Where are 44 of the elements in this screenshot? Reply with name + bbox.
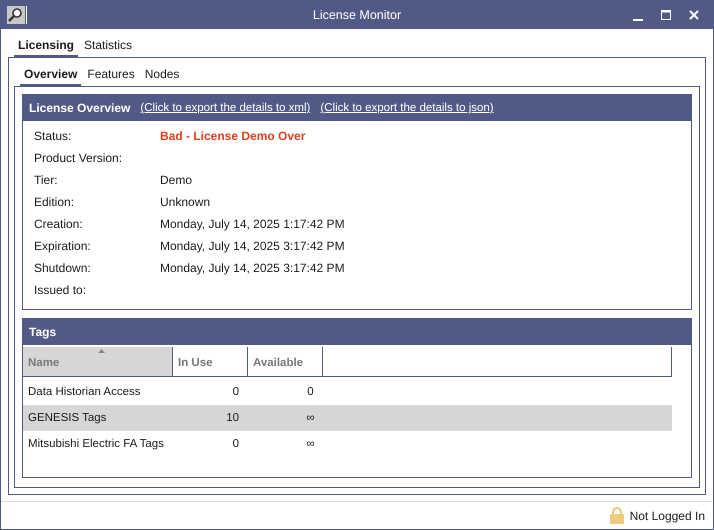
column-header[interactable]: In Use — [173, 347, 248, 377]
field-label: Shutdown: — [34, 261, 92, 275]
tab[interactable]: Nodes — [140, 66, 184, 86]
table-cell-text: ∞ — [305, 438, 316, 450]
table-cell-text: GENESIS Tags — [27, 412, 108, 424]
field-label: Issued to: — [34, 283, 88, 297]
tab[interactable]: Overview — [20, 66, 82, 86]
tab[interactable]: Licensing — [14, 37, 78, 57]
field-value: Monday, July 14, 2025 1:17:42 PM — [160, 217, 346, 231]
table-cell-text: 0 — [232, 438, 240, 450]
field-label: Tier: — [34, 173, 59, 187]
table-cell-text: 10 — [225, 412, 240, 424]
table-row[interactable]: GENESIS Tags 10 ∞ — [23, 405, 672, 431]
field-value: Monday, July 14, 2025 3:17:42 PM — [160, 239, 346, 253]
login-status: Not Logged In — [630, 508, 705, 522]
field-value: Demo — [160, 173, 194, 187]
table-cell-text: 0 — [306, 386, 315, 398]
divider-icon — [25, 6, 29, 24]
field-value: Monday, July 14, 2025 3:17:42 PM — [160, 261, 346, 275]
window-title: License Monitor — [312, 8, 402, 22]
padlock-icon — [610, 507, 624, 524]
tab[interactable]: Statistics — [80, 37, 136, 57]
field-label: Product Version: — [34, 151, 124, 165]
export-link[interactable]: (Click to export the details to xml) — [140, 102, 310, 114]
field-value: Bad - License Demo Over — [160, 129, 306, 143]
field-label: Creation: — [34, 217, 84, 231]
section-title: License Overview — [29, 101, 130, 115]
minimize-icon — [633, 18, 643, 20]
maximize-icon — [660, 9, 672, 21]
magnifier-icon[interactable] — [7, 6, 25, 24]
field-value: Unknown — [160, 195, 212, 209]
field-label: Expiration: — [34, 239, 92, 253]
section-title: Tags — [29, 325, 56, 339]
table-cell-text: Data Historian Access — [27, 386, 142, 398]
table-cell-text: 0 — [232, 386, 240, 398]
sort-arrow-icon — [98, 349, 104, 353]
table-cell-text: Mitsubishi Electric FA Tags — [27, 438, 165, 450]
field-label: Edition: — [34, 195, 76, 209]
column-header[interactable]: Available — [248, 347, 323, 377]
close-icon — [688, 9, 700, 21]
field-label: Status: — [34, 129, 72, 143]
export-link[interactable]: (Click to export the details to json) — [320, 102, 494, 114]
table-cell-text: ∞ — [305, 412, 316, 424]
tab[interactable]: Features — [83, 66, 139, 86]
